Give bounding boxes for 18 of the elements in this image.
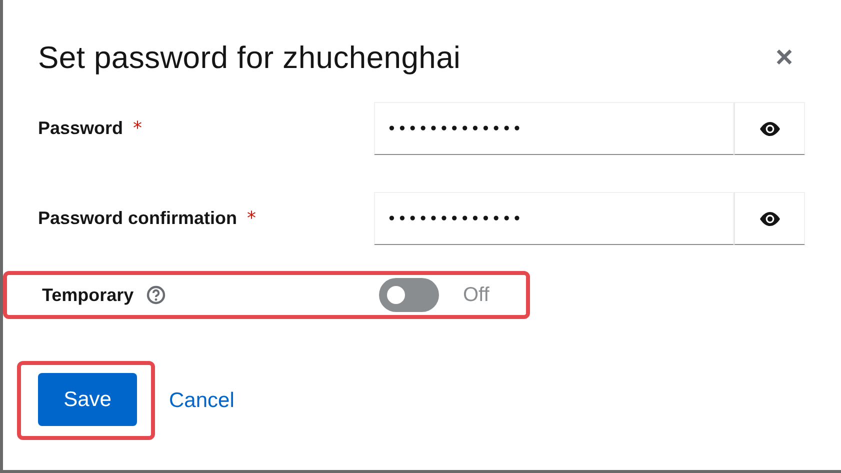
dialog-title: Set password for zhuchenghai [38, 40, 461, 76]
show-password-button[interactable] [734, 102, 805, 155]
cancel-link[interactable]: Cancel [169, 388, 234, 412]
show-password-button[interactable] [734, 192, 805, 245]
close-button[interactable]: × [775, 43, 805, 73]
password-field[interactable]: ••••••••••••• [374, 192, 734, 245]
toggle-switch[interactable] [379, 278, 439, 312]
field-label: Password confirmation [38, 208, 238, 229]
save-button[interactable]: Save [38, 373, 137, 426]
help-icon[interactable] [146, 285, 166, 305]
field-label: Password [38, 118, 124, 139]
required-mark: * [247, 208, 256, 229]
temporary-label: Temporary [42, 284, 134, 306]
eye-icon [758, 120, 782, 136]
required-mark: * [133, 118, 142, 139]
switch-state: Off [463, 284, 490, 306]
eye-icon [758, 210, 782, 226]
password-field[interactable]: ••••••••••••• [374, 102, 734, 155]
